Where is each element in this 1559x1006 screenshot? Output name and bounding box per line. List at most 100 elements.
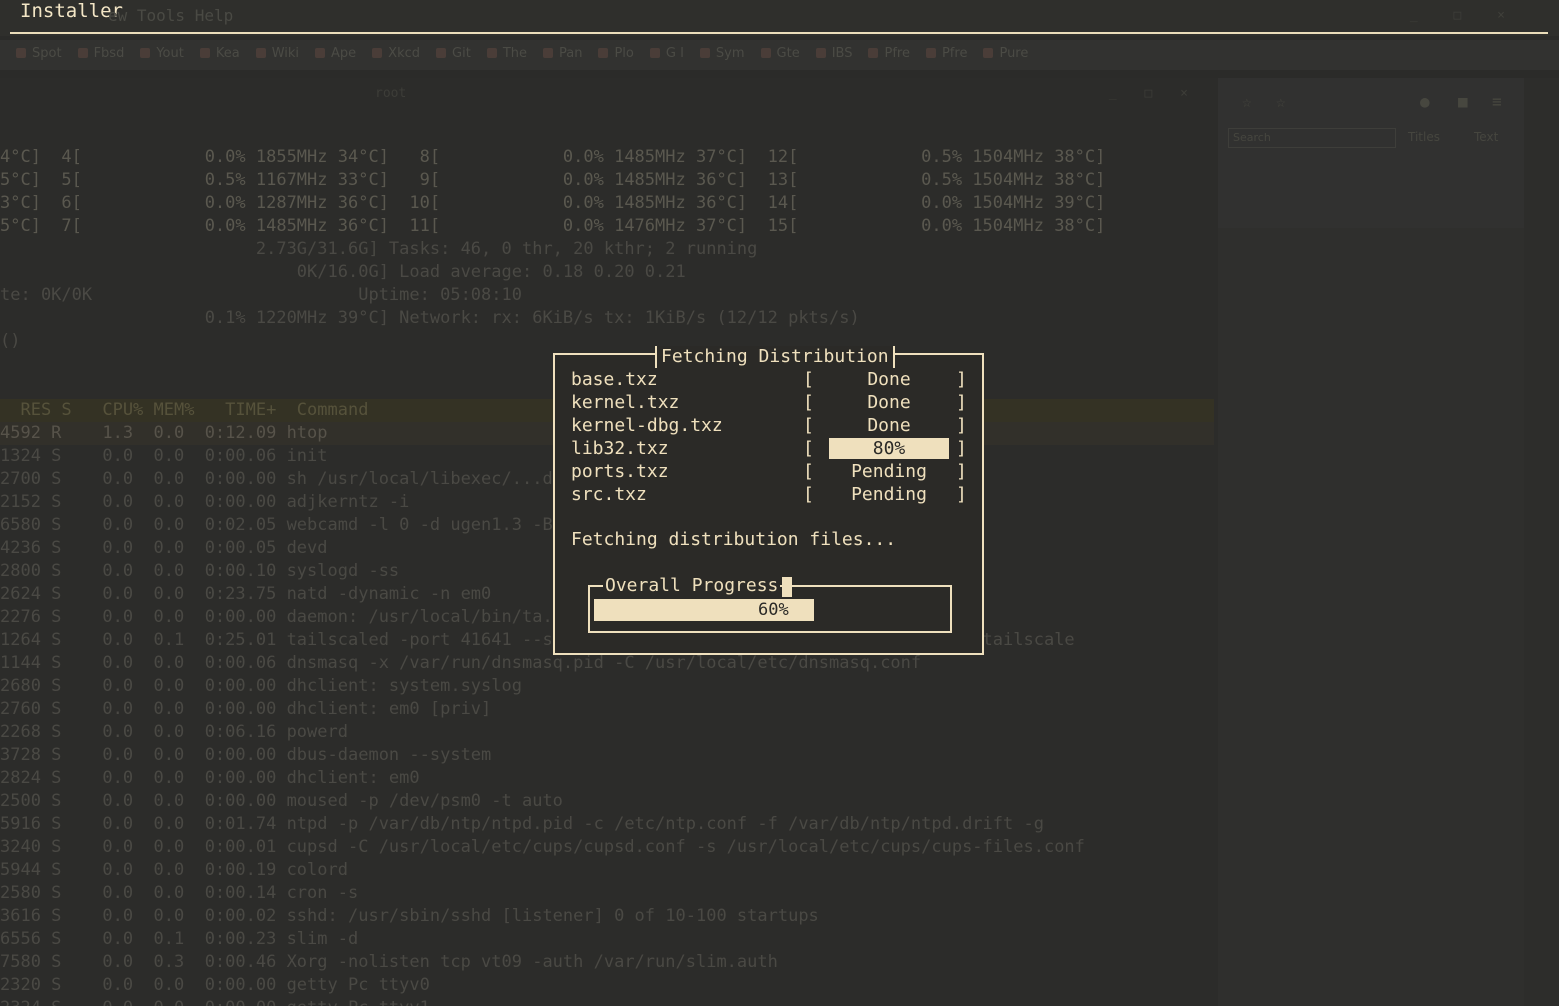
bookmark-label: Ape bbox=[331, 46, 357, 61]
terminal-line: () bbox=[0, 331, 21, 351]
file-status: Done bbox=[867, 415, 911, 436]
bracket-close: ] bbox=[956, 484, 967, 505]
file-name: src.txz bbox=[571, 484, 647, 505]
favicon-icon bbox=[868, 48, 879, 58]
favicon-icon bbox=[77, 48, 88, 58]
bracket-close: ] bbox=[956, 438, 967, 459]
text-cursor bbox=[782, 577, 792, 597]
bookmark-label: Sym bbox=[715, 46, 745, 61]
favicon-icon bbox=[925, 48, 936, 58]
bookmark-label: Pfre bbox=[884, 46, 910, 61]
overall-progress-box: Overall Progress 60% bbox=[588, 575, 952, 633]
terminal-line: 2320 S 0.0 0.0 0:00.00 getty Pc ttyv0 bbox=[0, 975, 430, 995]
file-name: ports.txz bbox=[571, 461, 669, 482]
favicon-icon bbox=[699, 48, 710, 58]
file-name: lib32.txz bbox=[571, 438, 669, 459]
favicon-icon bbox=[760, 48, 771, 58]
terminal-title: root bbox=[375, 86, 407, 101]
titles-label: Titles bbox=[1408, 130, 1440, 144]
text-label: Text bbox=[1474, 130, 1499, 144]
bookmark-item: Fbsd bbox=[77, 46, 125, 61]
bookmark-item: Pure bbox=[983, 46, 1028, 61]
bookmark-item: Ape bbox=[315, 46, 356, 61]
terminal-line: 4236 S 0.0 0.0 0:00.05 devd bbox=[0, 538, 328, 558]
bookmark-item: Pfre bbox=[925, 46, 968, 61]
bookmark-label: Kea bbox=[215, 46, 240, 61]
bookmark-label: Fbsd bbox=[93, 46, 125, 61]
menu-icon: ≡ bbox=[1492, 92, 1502, 111]
favicon-icon bbox=[543, 48, 553, 58]
favicon-icon bbox=[815, 48, 826, 58]
bookmark-label: Git bbox=[452, 46, 471, 61]
terminal-line: 3616 S 0.0 0.0 0:00.02 sshd: /usr/sbin/s… bbox=[0, 906, 819, 926]
bracket-open: [ bbox=[803, 415, 814, 436]
bracket-close: ] bbox=[956, 369, 967, 390]
terminal-line: 2324 S 0.0 0.0 0:00.00 getty Pc ttyv1 bbox=[0, 997, 430, 1006]
file-status: Pending bbox=[851, 484, 927, 505]
file-progress-bar: 80% bbox=[829, 438, 949, 459]
terminal-line: 6556 S 0.0 0.1 0:00.23 slim -d bbox=[0, 929, 359, 949]
terminal-line: 5944 S 0.0 0.0 0:00.19 colord bbox=[0, 860, 348, 880]
bookmark-item: The bbox=[486, 46, 527, 61]
terminal-line: 3728 S 0.0 0.0 0:00.00 dbus-daemon --sys… bbox=[0, 745, 492, 765]
bracket-close: ] bbox=[956, 415, 967, 436]
bookmark-label: Xkcd bbox=[388, 46, 421, 61]
title-rule bbox=[10, 32, 1548, 34]
bookmark-label: IBS bbox=[831, 46, 853, 61]
bookmark-label: The bbox=[502, 46, 527, 61]
browser-toolbar: ☆ ☆ ● ■ ≡ Search Titles Text bbox=[1218, 78, 1524, 228]
terminal-line: 1144 S 0.0 0.0 0:00.06 dnsmasq -x /var/r… bbox=[0, 653, 922, 673]
terminal-line: 7580 S 0.0 0.3 0:00.46 Xorg -nolisten tc… bbox=[0, 952, 778, 972]
favicon-icon bbox=[315, 48, 326, 58]
terminal-line: 2.73G/31.6G] Tasks: 46, 0 thr, 20 kthr; … bbox=[0, 239, 758, 259]
terminal-line: te: 0K/0K Uptime: 05:08:10 bbox=[0, 285, 522, 305]
terminal-line: 0K/16.0G] Load average: 0.18 0.20 0.21 bbox=[0, 262, 686, 282]
status-message: Fetching distribution files... bbox=[571, 529, 897, 550]
bookmark-label: Pfre bbox=[941, 46, 968, 61]
dialog-title: Fetching Distribution bbox=[655, 346, 895, 368]
bookmark-item: IBS bbox=[815, 46, 853, 61]
terminal-window-controls: _ □ × bbox=[1108, 86, 1198, 101]
file-status: Done bbox=[867, 369, 911, 390]
overall-progress-label: 60% bbox=[758, 600, 789, 620]
file-status: Pending bbox=[851, 461, 927, 482]
file-status: Done bbox=[867, 392, 911, 413]
distribution-file-row: src.txz [ Pending] bbox=[571, 483, 971, 506]
favicon-icon bbox=[372, 48, 383, 58]
bookmark-item: Spot bbox=[16, 46, 62, 61]
bookmark-item: Plo bbox=[598, 46, 634, 61]
distribution-file-row: kernel.txz [Done] bbox=[571, 391, 971, 414]
window-controls[interactable]: _ □ × bbox=[1410, 8, 1519, 23]
distribution-file-row: kernel-dbg.txz [Done] bbox=[571, 414, 971, 437]
bookmark-item: Wiki bbox=[255, 46, 299, 61]
bracket-open: [ bbox=[803, 438, 814, 459]
bookmark-item: Pan bbox=[543, 46, 582, 61]
favicon-icon bbox=[486, 48, 497, 58]
terminal-line: 2152 S 0.0 0.0 0:00.00 adjkerntz -i bbox=[0, 492, 410, 512]
favicon-icon bbox=[255, 48, 266, 58]
background-bookmarks-bar: Spot Fbsd Yout Kea Wiki Ape Xkcd Git The Pan Plo G … bbox=[0, 40, 1559, 70]
bookmark-item: G I bbox=[649, 46, 684, 61]
favicon-icon bbox=[140, 48, 151, 58]
bracket-open: [ bbox=[803, 484, 814, 505]
background-menu: ew Tools Help bbox=[108, 6, 234, 25]
terminal-line: 1324 S 0.0 0.0 0:00.06 init bbox=[0, 446, 328, 466]
bookmark-item: Git bbox=[436, 46, 471, 61]
favicon-icon bbox=[983, 48, 994, 58]
favicon-icon bbox=[199, 48, 210, 58]
terminal-line: 0.1% 1220MHz 39°C] Network: rx: 6KiB/s t… bbox=[0, 308, 860, 328]
terminal-line: 5°C] 7[ 0.0% 1485MHz 36°C] 11[ 0.0% 1476… bbox=[0, 216, 1106, 236]
fetching-distribution-dialog: Fetching Distribution base.txz[Done] kern… bbox=[553, 346, 984, 655]
favicon-icon bbox=[598, 48, 609, 58]
bookmark-label: Pure bbox=[999, 46, 1029, 61]
bookmark-label: G I bbox=[665, 46, 684, 61]
terminal-line: 2760 S 0.0 0.0 0:00.00 dhclient: em0 [pr… bbox=[0, 699, 492, 719]
terminal-line: 3240 S 0.0 0.0 0:00.01 cupsd -C /usr/loc… bbox=[0, 837, 1085, 857]
terminal-line: 2580 S 0.0 0.0 0:00.14 cron -s bbox=[0, 883, 359, 903]
terminal-line: 2268 S 0.0 0.0 0:06.16 powerd bbox=[0, 722, 348, 742]
profile-icon: ● bbox=[1420, 92, 1430, 111]
distribution-file-row: base.txz [Done] bbox=[571, 368, 971, 391]
distribution-file-row: ports.txz [Pending] bbox=[571, 460, 971, 483]
bracket-open: [ bbox=[803, 369, 814, 390]
favicon-icon bbox=[649, 48, 660, 58]
